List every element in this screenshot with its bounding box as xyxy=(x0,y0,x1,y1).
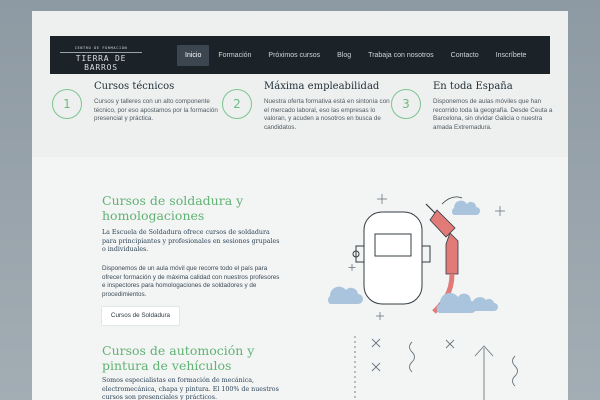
automotive-illustration xyxy=(354,336,518,400)
nav-item-inscribete[interactable]: Inscríbete xyxy=(488,45,535,66)
navbar: CENTRO DE FORMACIÓN TIERRA DE BARROS Ini… xyxy=(50,36,550,74)
feature-number-badge: 2 xyxy=(222,89,252,119)
nav-item-proximos-cursos[interactable]: Próximos cursos xyxy=(260,45,328,66)
nav-item-blog[interactable]: Blog xyxy=(329,45,359,66)
site-logo[interactable]: CENTRO DE FORMACIÓN TIERRA DE BARROS xyxy=(60,43,142,72)
logo-divider xyxy=(60,52,142,53)
cross-icon xyxy=(371,338,381,348)
cross-icon xyxy=(371,362,381,372)
welding-illustration xyxy=(328,194,505,320)
arrow-up-icon xyxy=(474,345,494,400)
logo-name: TIERRA DE BARROS xyxy=(75,54,127,72)
welding-body: Disponemos de un aula móvil que recorre … xyxy=(102,265,280,298)
feature-text: Nuestra oferta formativa está en sintoní… xyxy=(264,98,390,132)
welding-courses-button[interactable]: Cursos de Soldadura xyxy=(102,307,179,325)
welding-mask-icon xyxy=(352,211,431,305)
feature-number-badge: 3 xyxy=(391,89,421,119)
nav-item-inicio[interactable]: Inicio xyxy=(177,45,210,66)
automotive-intro: Somos especialistas en formación de mecá… xyxy=(102,377,279,400)
nav-menu: Inicio Formación Próximos cursos Blog Tr… xyxy=(177,45,535,66)
page: CENTRO DE FORMACIÓN TIERRA DE BARROS Ini… xyxy=(32,11,568,400)
automotive-section-title: Cursos de automoción y pintura de vehícu… xyxy=(102,343,255,373)
cross-icon xyxy=(445,339,455,349)
squiggle-icon xyxy=(512,355,518,387)
feature-title: Máxima empleabilidad xyxy=(264,81,380,92)
nav-item-formacion[interactable]: Formación xyxy=(210,45,259,66)
welding-intro: La Escuela de Soldadura ofrece cursos de… xyxy=(102,229,280,254)
feature-text: Cursos y talleres con un alto componente… xyxy=(94,98,218,123)
squiggle-icon xyxy=(409,341,415,373)
welding-section-title: Cursos de soldadura y homologaciones xyxy=(102,193,244,223)
feature-text: Disponemos de aulas móviles que han reco… xyxy=(433,98,553,132)
nav-item-trabaja[interactable]: Trabaja con nosotros xyxy=(360,45,442,66)
feature-title: En toda España xyxy=(433,81,513,92)
nav-item-contacto[interactable]: Contacto xyxy=(443,45,487,66)
feature-number-badge: 1 xyxy=(52,89,82,119)
logo-tagline: CENTRO DE FORMACIÓN xyxy=(74,46,128,50)
feature-title: Cursos técnicos xyxy=(94,81,175,92)
